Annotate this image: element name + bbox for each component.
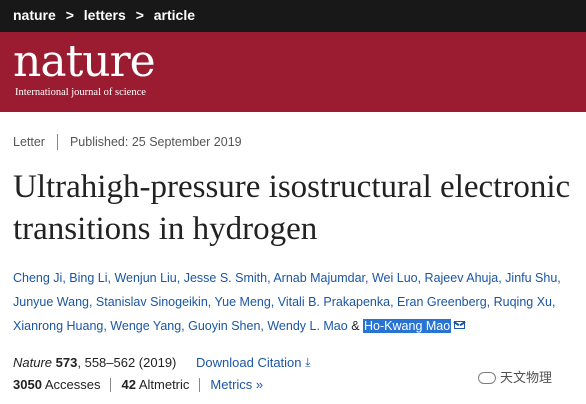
author-line: Xianrong Huang, Wenge Yang, Guoyin Shen,… bbox=[13, 314, 578, 338]
watermark-text: 天文物理 bbox=[500, 370, 553, 385]
altmetric-label: Altmetric bbox=[138, 377, 190, 392]
breadcrumb-separator: > bbox=[135, 7, 144, 23]
top-navigation-bar: nature > letters > article bbox=[0, 0, 586, 32]
publication-date: Published: 25 September 2019 bbox=[69, 135, 242, 149]
breadcrumb-separator: > bbox=[65, 7, 74, 23]
download-citation-label: Download Citation bbox=[196, 355, 302, 370]
author-ampersand: & bbox=[351, 319, 360, 333]
article-type: Letter bbox=[13, 135, 45, 149]
metrics-divider bbox=[110, 378, 112, 392]
journal-name: Nature bbox=[13, 355, 53, 370]
citation-line: Nature 573, 558–562 (2019) Download Cita… bbox=[13, 355, 310, 370]
article-meta: Letter Published: 25 September 2019 bbox=[13, 134, 242, 150]
download-arrow-icon: ⤓ bbox=[305, 355, 311, 369]
journal-volume: 573 bbox=[55, 355, 78, 370]
metrics-divider bbox=[199, 378, 201, 392]
altmetric-count: 42 bbox=[121, 377, 136, 392]
metrics-label: Metrics bbox=[210, 377, 253, 392]
journal-pages: , 558–562 (2019) bbox=[77, 355, 177, 370]
metrics-link[interactable]: Metrics » bbox=[210, 377, 263, 392]
author-names[interactable]: Xianrong Huang, Wenge Yang, Guoyin Shen,… bbox=[13, 319, 348, 333]
article-metrics: 3050 Accesses 42 Altmetric Metrics » bbox=[13, 377, 263, 392]
author-list: Cheng Ji, Bing Li, Wenjun Liu, Jesse S. … bbox=[13, 266, 578, 338]
double-chevron-icon: » bbox=[255, 377, 264, 392]
author-line[interactable]: Cheng Ji, Bing Li, Wenjun Liu, Jesse S. … bbox=[13, 266, 578, 290]
article-title: Ultrahigh-pressure isostructural electro… bbox=[13, 169, 571, 247]
author-line[interactable]: Junyue Wang, Stanislav Sinogeikin, Yue M… bbox=[13, 290, 578, 314]
wechat-icon bbox=[478, 372, 496, 384]
journal-tagline: International journal of science bbox=[15, 87, 146, 98]
breadcrumb-article[interactable]: article bbox=[154, 7, 195, 23]
envelope-icon[interactable] bbox=[454, 321, 466, 329]
accesses-count: 3050 bbox=[13, 377, 42, 392]
watermark: 天文物理 bbox=[478, 367, 552, 386]
nature-logo[interactable]: nature bbox=[13, 40, 156, 84]
breadcrumb-letters[interactable]: letters bbox=[84, 7, 126, 23]
breadcrumb: nature > letters > article bbox=[13, 0, 195, 32]
corresponding-author[interactable]: Ho-Kwang Mao bbox=[363, 319, 452, 333]
accesses-label: Accesses bbox=[44, 377, 101, 392]
download-citation-link[interactable]: Download Citation ⤓ bbox=[196, 355, 310, 370]
meta-divider bbox=[56, 134, 58, 150]
breadcrumb-nature[interactable]: nature bbox=[13, 7, 56, 23]
